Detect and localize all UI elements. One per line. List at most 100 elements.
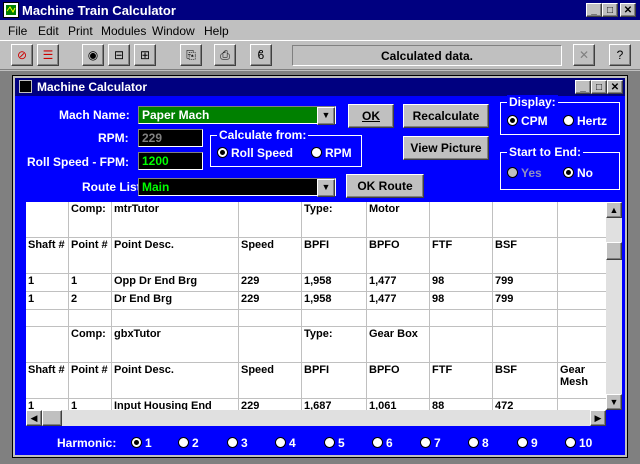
table-cell[interactable]: Type: — [301, 202, 367, 238]
record-icon[interactable]: ◉ — [82, 44, 104, 66]
ok-route-button[interactable]: OK Route — [346, 174, 424, 198]
table-cell[interactable]: 1,958 — [301, 273, 367, 292]
table-cell[interactable]: 799 — [492, 273, 558, 292]
binoculars-icon[interactable]: ϐ — [250, 44, 272, 66]
table-cell[interactable] — [557, 273, 606, 292]
table-cell[interactable] — [26, 202, 69, 238]
shield-icon[interactable]: ⊘ — [11, 44, 33, 66]
scroll-thumb-h[interactable] — [42, 410, 62, 426]
menu-window[interactable]: Window — [152, 24, 195, 38]
table-cell[interactable]: 1 — [26, 273, 69, 292]
table-cell[interactable]: 88 — [429, 398, 493, 410]
radio-no[interactable]: No — [563, 166, 593, 180]
minimize-icon[interactable]: _ — [586, 3, 602, 17]
table-cell[interactable]: 1 — [68, 398, 112, 410]
rpm-field[interactable]: 229 — [138, 129, 203, 147]
harmonic-radio-5[interactable]: 5 — [324, 436, 345, 450]
horizontal-scrollbar[interactable]: ◀ ▶ — [26, 410, 606, 426]
table-cell[interactable] — [238, 326, 302, 363]
child-close-icon[interactable]: ✕ — [607, 80, 623, 94]
grid-chart-icon[interactable]: ☰ — [37, 44, 59, 66]
table-cell[interactable]: Motor — [366, 202, 430, 238]
cancel-icon[interactable]: ✕ — [573, 44, 595, 66]
scroll-right-icon[interactable]: ▶ — [590, 410, 606, 426]
harmonic-radio-7[interactable]: 7 — [420, 436, 441, 450]
table-cell[interactable]: 799 — [492, 291, 558, 310]
table-cell[interactable]: gbxTutor — [111, 326, 239, 363]
table-cell[interactable]: 1,958 — [301, 291, 367, 310]
table-cell[interactable]: Shaft # — [26, 362, 69, 399]
table-cell[interactable]: 229 — [238, 273, 302, 292]
window-menu-icon[interactable] — [19, 80, 32, 93]
table-cell[interactable] — [301, 309, 367, 327]
table-cell[interactable] — [26, 309, 69, 327]
table-cell[interactable]: Comp: — [68, 202, 112, 238]
table-cell[interactable]: Gear Mesh — [557, 362, 606, 399]
table-cell[interactable]: Speed — [238, 362, 302, 399]
chevron-down-icon[interactable]: ▼ — [317, 107, 335, 125]
table-cell[interactable]: Point # — [68, 237, 112, 274]
table-cell[interactable]: 1,687 — [301, 398, 367, 410]
menu-edit[interactable]: Edit — [38, 24, 59, 38]
table-cell[interactable]: 1,477 — [366, 273, 430, 292]
table-cell[interactable] — [557, 202, 606, 238]
scroll-up-icon[interactable]: ▲ — [606, 202, 622, 218]
table-cell[interactable]: FTF — [429, 362, 493, 399]
harmonic-radio-10[interactable]: 10 — [565, 436, 592, 450]
table-cell[interactable]: Type: — [301, 326, 367, 363]
menu-print[interactable]: Print — [68, 24, 93, 38]
child-maximize-icon[interactable]: □ — [591, 80, 607, 94]
help-icon[interactable]: ? — [609, 44, 631, 66]
table-cell[interactable]: Shaft # — [26, 237, 69, 274]
roll-speed-field[interactable]: 1200 — [138, 152, 203, 170]
scroll-left-icon[interactable]: ◀ — [26, 410, 42, 426]
table-cell[interactable]: Point # — [68, 362, 112, 399]
table-cell[interactable]: 472 — [492, 398, 558, 410]
machine-icon[interactable]: ⊟ — [108, 44, 130, 66]
view-picture-button[interactable]: View Picture — [403, 136, 489, 160]
ok-button[interactable]: OK — [348, 104, 394, 128]
table-cell[interactable]: Point Desc. — [111, 237, 239, 274]
table-cell[interactable] — [238, 309, 302, 327]
table-cell[interactable] — [492, 309, 558, 327]
harmonic-radio-6[interactable]: 6 — [372, 436, 393, 450]
recalculate-button[interactable]: Recalculate — [403, 104, 489, 128]
table-cell[interactable]: BSF — [492, 237, 558, 274]
table-cell[interactable] — [557, 326, 606, 363]
table-cell[interactable]: 229 — [238, 291, 302, 310]
app-icon[interactable] — [3, 2, 19, 18]
table-cell[interactable] — [557, 398, 606, 410]
harmonic-radio-2[interactable]: 2 — [178, 436, 199, 450]
menu-file[interactable]: File — [8, 24, 27, 38]
table-cell[interactable] — [492, 202, 558, 238]
table-cell[interactable]: Speed — [238, 237, 302, 274]
print-icon[interactable]: ⎙ — [214, 44, 236, 66]
table-cell[interactable]: Opp Dr End Brg — [111, 273, 239, 292]
table-cell[interactable]: Comp: — [68, 326, 112, 363]
chevron-down-icon[interactable]: ▼ — [317, 179, 335, 197]
table-cell[interactable]: Input Housing End — [111, 398, 239, 410]
table-cell[interactable]: 2 — [68, 291, 112, 310]
scroll-down-icon[interactable]: ▼ — [606, 394, 622, 410]
table-cell[interactable]: BPFO — [366, 237, 430, 274]
table-cell[interactable]: 1 — [68, 273, 112, 292]
menu-help[interactable]: Help — [204, 24, 229, 38]
harmonic-radio-3[interactable]: 3 — [227, 436, 248, 450]
harmonic-radio-1[interactable]: 1 — [131, 436, 152, 450]
route-list-select[interactable]: Main ▼ — [138, 178, 336, 197]
table-cell[interactable] — [557, 309, 606, 327]
table-cell[interactable] — [366, 309, 430, 327]
table-cell[interactable]: Dr End Brg — [111, 291, 239, 310]
table-cell[interactable] — [557, 237, 606, 274]
table-cell[interactable] — [429, 309, 493, 327]
radio-hertz[interactable]: Hertz — [563, 114, 607, 128]
table-cell[interactable]: BPFI — [301, 237, 367, 274]
radio-rpm[interactable]: RPM — [311, 146, 352, 160]
table-cell[interactable]: 229 — [238, 398, 302, 410]
table-cell[interactable] — [429, 326, 493, 363]
close-icon[interactable]: ✕ — [620, 3, 636, 17]
table-cell[interactable]: Gear Box — [366, 326, 430, 363]
table-cell[interactable] — [68, 309, 112, 327]
table-cell[interactable]: mtrTutor — [111, 202, 239, 238]
mach-name-select[interactable]: Paper Mach ▼ — [138, 106, 336, 125]
